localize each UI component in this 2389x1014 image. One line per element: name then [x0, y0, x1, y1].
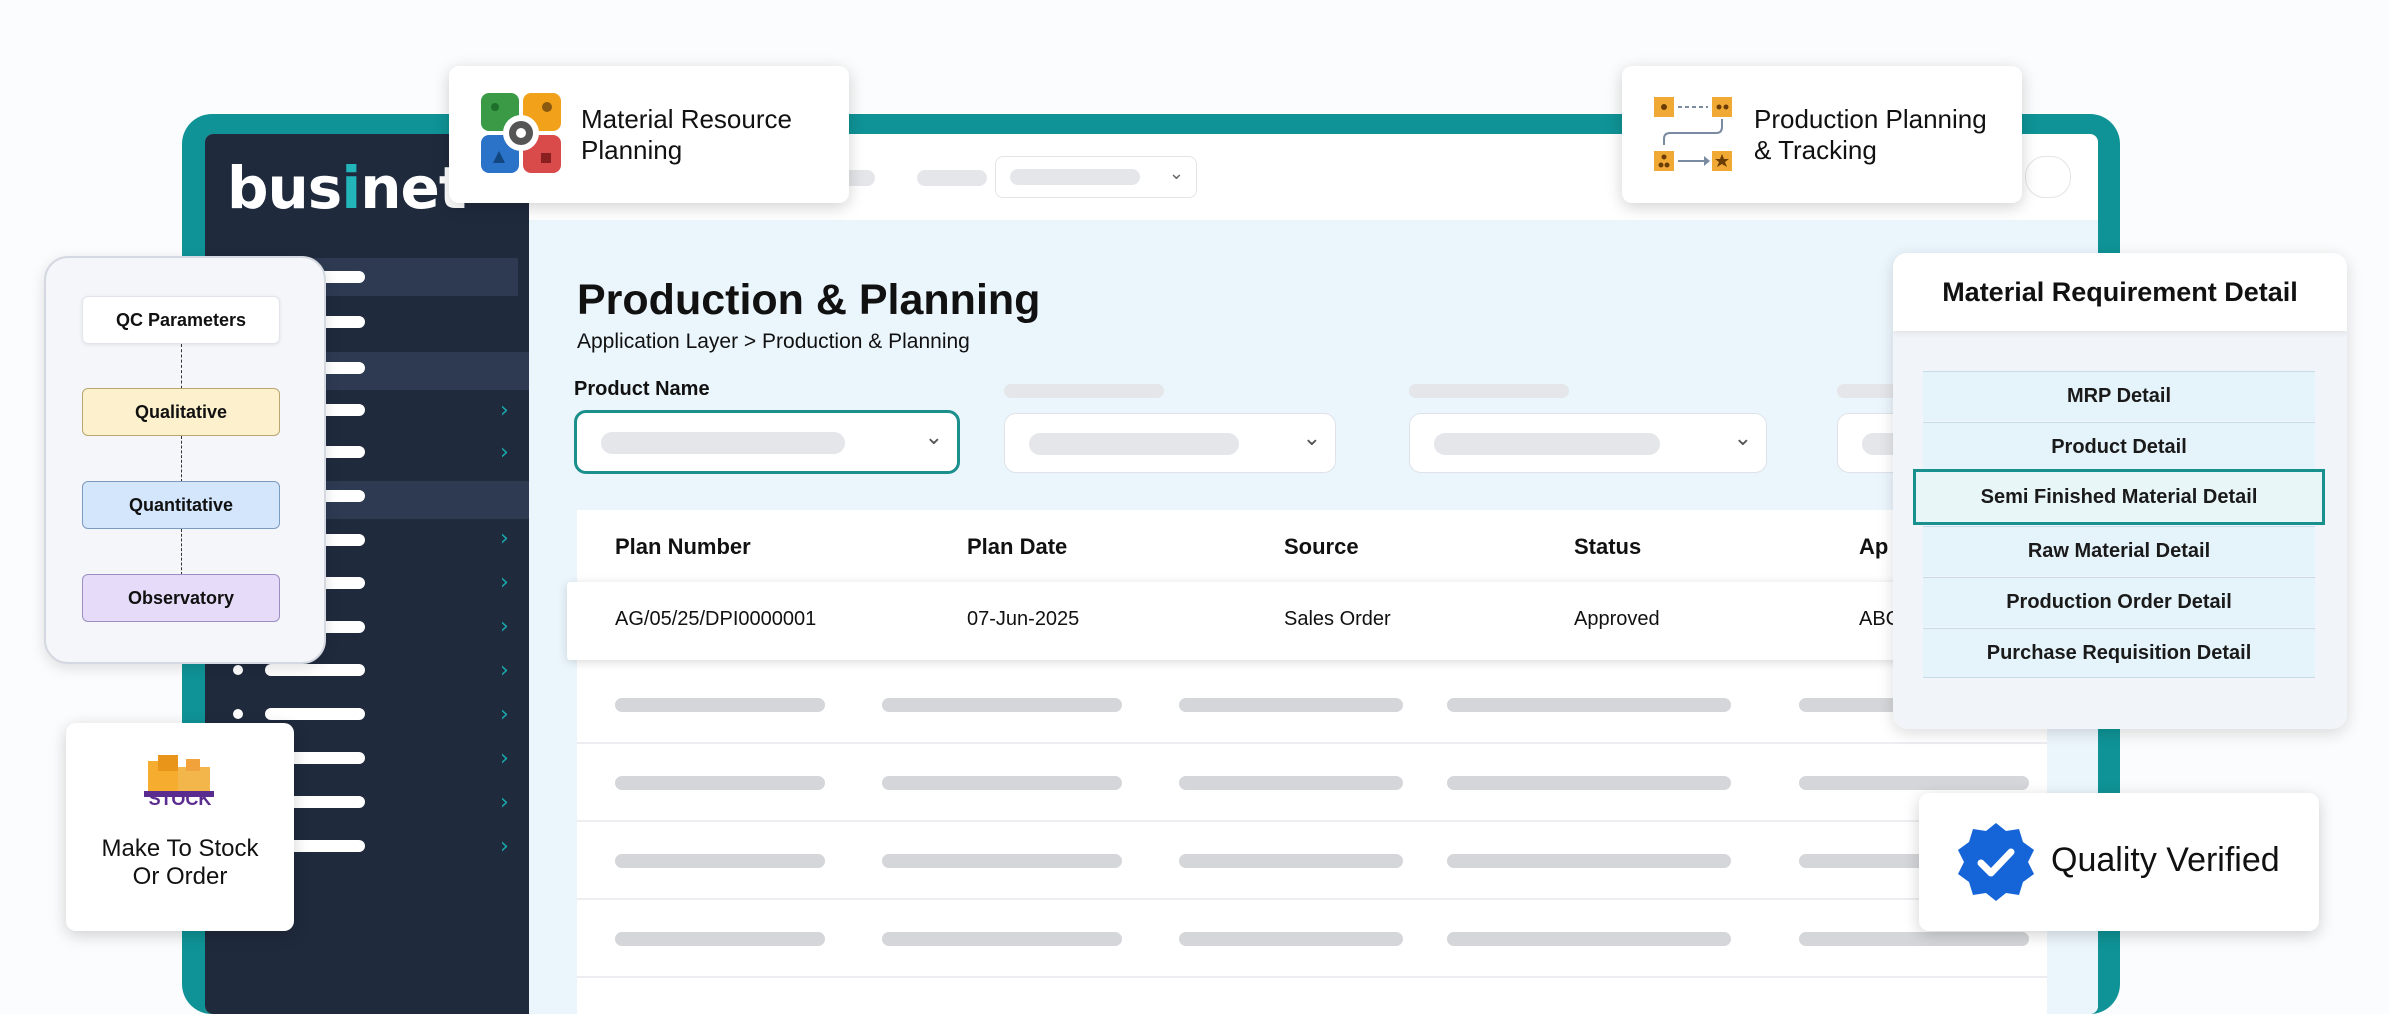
sidebar-bullet — [233, 665, 243, 675]
sidebar-item[interactable] — [265, 708, 365, 720]
row-divider — [577, 742, 2047, 744]
quality-verified-card: Quality Verified — [1919, 793, 2319, 931]
mrd-item-purchase-requisition-detail[interactable]: Purchase Requisition Detail — [1923, 628, 2315, 678]
skeleton-cell — [1799, 776, 2029, 790]
table-cell: 07-Jun-2025 — [967, 608, 1080, 630]
table-row[interactable]: AG/05/25/DPI0000001 07-Jun-2025 Sales Or… — [567, 582, 2067, 660]
businet-logo: businet — [227, 154, 467, 222]
page-title: Production & Planning — [577, 276, 1041, 324]
chevron-right-icon[interactable]: › — [500, 398, 509, 423]
chevron-right-icon[interactable]: › — [500, 614, 509, 639]
product-name-select[interactable]: ⌄ — [574, 410, 960, 474]
skeleton-cell — [615, 854, 825, 868]
flow-tracking-icon — [1654, 97, 1732, 171]
mrd-title: Material Requirement Detail — [1893, 253, 2347, 331]
verified-badge-icon — [1958, 823, 2034, 901]
chevron-down-icon: ⌄ — [1168, 163, 1184, 184]
mrp-badge-title: Material Resource Planning — [581, 104, 792, 165]
app-screen: businet › › › › › › › › › › ⌄ Production… — [205, 134, 2098, 1014]
mrd-item-semi-finished-detail[interactable]: Semi Finished Material Detail — [1913, 469, 2325, 525]
gear-puzzle-icon — [481, 93, 561, 173]
mrd-item-production-order-detail[interactable]: Production Order Detail — [1923, 577, 2315, 627]
make-to-stock-card: STOCK Make To Stock Or Order — [66, 723, 294, 931]
skeleton-cell — [1447, 854, 1731, 868]
skeleton-cell — [615, 932, 825, 946]
qc-parameters-card: QC Parameters Qualitative Quantitative O… — [44, 256, 326, 664]
sidebar-item[interactable] — [265, 664, 365, 676]
chevron-down-icon: ⌄ — [1302, 426, 1321, 451]
filter-select[interactable]: ⌄ — [1004, 413, 1336, 473]
chevron-right-icon[interactable]: › — [500, 746, 509, 771]
row-divider — [577, 820, 2047, 822]
chevron-down-icon: ⌄ — [1733, 426, 1752, 451]
table-cell: Approved — [1574, 608, 1660, 630]
material-requirement-panel: Material Requirement Detail MRP Detail P… — [1893, 253, 2347, 729]
skeleton-cell — [1179, 698, 1403, 712]
product-name-label: Product Name — [574, 378, 710, 400]
topbar-placeholder — [917, 170, 987, 186]
chevron-right-icon[interactable]: › — [500, 834, 509, 859]
skeleton-cell — [615, 698, 825, 712]
mrd-item-mrp-detail[interactable]: MRP Detail — [1923, 371, 2315, 421]
ppt-badge-card: Production Planning & Tracking — [1622, 66, 2022, 203]
chevron-right-icon[interactable]: › — [500, 702, 509, 727]
make-to-stock-title: Make To Stock Or Order — [101, 835, 259, 890]
qc-title: QC Parameters — [82, 296, 280, 344]
row-divider — [577, 898, 2047, 900]
chevron-right-icon[interactable]: › — [500, 440, 509, 465]
skeleton-cell — [1179, 776, 1403, 790]
column-header: Plan Date — [967, 534, 1068, 559]
chevron-right-icon[interactable]: › — [500, 570, 509, 595]
table-cell: Sales Order — [1284, 608, 1391, 630]
plan-table: Plan Number Plan Date Source Status Ap A… — [567, 510, 2067, 1014]
ppt-badge-title: Production Planning & Tracking — [1754, 104, 1987, 165]
qc-step-qualitative: Qualitative — [82, 388, 280, 436]
filter-label-placeholder — [1004, 384, 1164, 398]
connector-line — [181, 529, 182, 575]
stock-label: STOCK — [148, 789, 212, 809]
breadcrumb: Application Layer > Production & Plannin… — [577, 330, 970, 353]
topbar-avatar[interactable] — [2025, 156, 2071, 198]
chevron-right-icon[interactable]: › — [500, 526, 509, 551]
qc-step-observatory: Observatory — [82, 574, 280, 622]
filter-label-placeholder — [1409, 384, 1569, 398]
skeleton-cell — [882, 698, 1122, 712]
connector-line — [181, 436, 182, 482]
skeleton-cell — [1179, 932, 1403, 946]
skeleton-cell — [1447, 932, 1731, 946]
skeleton-cell — [882, 854, 1122, 868]
skeleton-cell — [615, 776, 825, 790]
chevron-right-icon[interactable]: › — [500, 790, 509, 815]
chevron-down-icon: ⌄ — [924, 425, 943, 450]
skeleton-cell — [1179, 854, 1403, 868]
qc-step-quantitative: Quantitative — [82, 481, 280, 529]
skeleton-cell — [1447, 776, 1731, 790]
skeleton-cell — [882, 776, 1122, 790]
skeleton-cell — [882, 932, 1122, 946]
skeleton-cell — [1447, 698, 1731, 712]
column-header: Plan Number — [615, 534, 751, 559]
column-header: Ap — [1859, 534, 1889, 559]
column-header: Status — [1574, 534, 1642, 559]
filter-select[interactable]: ⌄ — [1409, 413, 1767, 473]
row-divider — [577, 976, 2047, 978]
sidebar-bullet — [233, 709, 243, 719]
connector-line — [181, 344, 182, 394]
skeleton-cell — [1799, 932, 2029, 946]
topbar-dropdown[interactable]: ⌄ — [995, 156, 1197, 198]
table-cell: AG/05/25/DPI0000001 — [615, 608, 817, 630]
mrd-item-product-detail[interactable]: Product Detail — [1923, 422, 2315, 472]
mrp-badge-card: Material Resource Planning — [449, 66, 849, 203]
quality-verified-title: Quality Verified — [2051, 841, 2280, 879]
chevron-right-icon[interactable]: › — [500, 658, 509, 683]
mrd-item-raw-material-detail[interactable]: Raw Material Detail — [1923, 526, 2315, 576]
main-content: Production & Planning Application Layer … — [529, 220, 2098, 1014]
column-header: Source — [1284, 534, 1359, 559]
